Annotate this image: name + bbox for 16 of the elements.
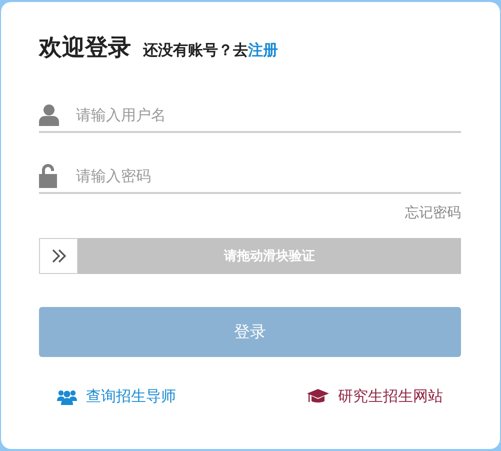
- login-button[interactable]: 登录: [39, 307, 461, 357]
- page-title: 欢迎登录: [39, 34, 131, 63]
- footer-link[interactable]: 查询招生导师: [57, 387, 176, 406]
- slider-handle[interactable]: [39, 238, 78, 274]
- forgot-password-link[interactable]: 忘记密码: [405, 204, 461, 222]
- register-link[interactable]: 注册: [248, 41, 278, 59]
- double-chevron-icon: [50, 249, 66, 263]
- slider-label: 请拖动滑块验证: [222, 248, 316, 265]
- user-icon: [39, 104, 59, 126]
- people-icon: [57, 388, 77, 404]
- unlocked-padlock-icon: [39, 164, 57, 188]
- register-prompt: 还没有账号？去注册: [143, 41, 278, 60]
- password-field[interactable]: 请输入密码: [76, 166, 461, 184]
- username-field[interactable]: 请输入用户名: [76, 106, 461, 124]
- graduation-cap-icon: [307, 389, 329, 404]
- footer-link[interactable]: 研究生招生网站: [307, 387, 443, 406]
